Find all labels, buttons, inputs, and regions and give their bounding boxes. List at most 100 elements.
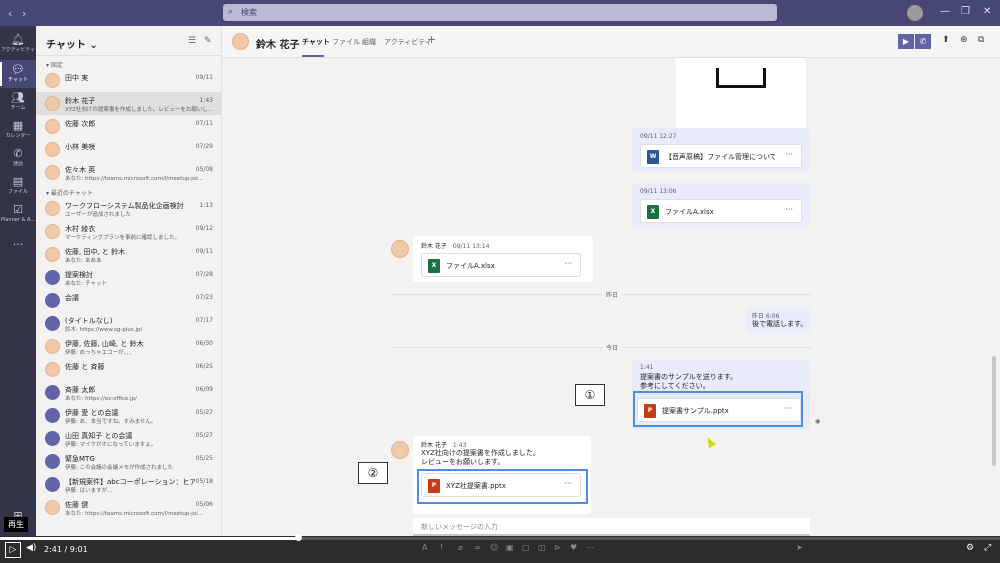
tab-org[interactable]: 組織 (362, 37, 376, 47)
fullscreen-icon[interactable]: ⤢ (984, 543, 991, 553)
rail-activity[interactable]: 🔔︎ アクティビティ (0, 30, 36, 58)
sticker-icon[interactable]: ▢ (522, 543, 530, 552)
play-button[interactable]: ▷ (5, 542, 21, 558)
chat-date: 09/12 (195, 225, 213, 232)
chat-list-item[interactable]: 鈴木 花子 XYZ社向けの提案書を作成しました。レビューをお願いし... 1:43 (36, 92, 221, 115)
close-icon[interactable]: ✕ (983, 6, 991, 17)
recent-section-label[interactable]: ▾ 最近のチャット (36, 184, 221, 197)
message-time: 1:43 (452, 442, 467, 449)
profile-avatar[interactable] (907, 5, 923, 21)
send-icon[interactable]: ➤ (796, 543, 803, 552)
maximize-icon[interactable]: ❐ (961, 6, 970, 17)
chat-preview: あなた: https://ez-office.jp/ (65, 396, 137, 402)
tab-activity[interactable]: アクティビティ (384, 37, 432, 47)
gif-icon[interactable]: ▣ (506, 543, 514, 552)
chat-avatar (45, 408, 60, 423)
chat-list-item[interactable]: 木村 綾衣 マーケティングプランを事前に確認しました。 09/12 (36, 220, 221, 243)
message-mine[interactable]: 09/11 12:27 W 【音声原稿】ファイル管理について知... ··· (632, 128, 810, 172)
emoji-icon[interactable]: ☺ (490, 543, 498, 552)
important-icon[interactable]: ! (440, 543, 443, 552)
chat-date: 06/09 (195, 386, 213, 393)
forward-icon[interactable]: › (22, 7, 26, 20)
filter-icon[interactable]: ☰ (188, 36, 196, 46)
chat-list-item[interactable]: 斉藤 太郎 あなた: https://ez-office.jp/06/09 (36, 381, 221, 404)
chat-list-item[interactable]: 会議 07/23 (36, 289, 221, 312)
audio-call-button[interactable]: ✆ (915, 34, 931, 49)
contact-avatar[interactable] (232, 33, 249, 50)
chat-list-item[interactable]: 【新規案件】abcコーポレーション：ヒアリン...伊藤: はいますが...05/… (36, 473, 221, 496)
attach-icon[interactable]: ⌀ (458, 543, 463, 552)
screen-share-icon[interactable]: ⬆ (942, 35, 950, 45)
excel-file-icon: X (647, 205, 659, 219)
meet-icon[interactable]: ◫ (538, 543, 546, 552)
more-tools-icon[interactable]: ⋯ (586, 543, 594, 552)
annotation-number-2: ② (358, 462, 388, 484)
loop-icon[interactable]: ∞ (474, 543, 481, 552)
chat-list-item[interactable]: 提案検討 あなた: チャット 07/28 (36, 266, 221, 289)
chat-list-item[interactable]: 佐藤 健あなた: https://teams.microsoft.com/l/m… (36, 496, 221, 519)
rail-planner[interactable]: ☑ Planner & A... (0, 200, 36, 228)
more-options-icon[interactable]: ··· (564, 259, 572, 268)
rail-chat[interactable]: 💬︎ チャット (0, 60, 36, 88)
rail-calls[interactable]: ✆ 通話 (0, 144, 36, 172)
chat-list-item[interactable]: ワークフローシステム製品化企画検討 ユーザーが追加されました 1:13 (36, 197, 221, 220)
new-chat-icon[interactable]: ✎ (204, 36, 212, 46)
scrollbar[interactable] (992, 356, 996, 466)
file-name: 【音声原稿】ファイル管理について知... (665, 153, 775, 161)
chat-date: 05/27 (195, 432, 213, 439)
rail-files[interactable]: ▤ ファイル (0, 172, 36, 200)
chat-list-item[interactable]: 小林 美咲 07/29 (36, 138, 221, 161)
chat-list-item[interactable]: 田中 実 09/11 (36, 69, 221, 92)
send-later-icon[interactable]: ⊳ (554, 543, 561, 552)
chat-list-item[interactable]: 山田 真知子 との会議 伊藤: マイクがオになっていますよ。 05/27 (36, 427, 221, 450)
video-progress-handle[interactable] (295, 534, 302, 541)
pinned-section-label[interactable]: ▾ 固定 (36, 56, 221, 69)
volume-icon[interactable]: ◀) (26, 543, 36, 553)
file-card[interactable]: X ファイルA.xlsx ··· (421, 253, 581, 277)
chat-list-item[interactable]: 佐藤, 田中, と 鈴木 あなた: あああ 09/11 (36, 243, 221, 266)
message-time: 09/11 13:06 (640, 188, 677, 195)
video-call-button[interactable]: ▶ (898, 34, 914, 49)
add-tab-button[interactable]: + (427, 33, 436, 46)
message-received[interactable]: 鈴木 花子 09/11 13:14 X ファイルA.xlsx ··· (413, 236, 593, 282)
message-text: 後で電話します。 (752, 320, 808, 328)
chat-preview: ユーザーが追加されました (65, 212, 131, 218)
message-mine[interactable]: 昨日 6:06 後で電話します。 (745, 307, 810, 333)
tab-chat[interactable]: チャット (302, 37, 330, 47)
pop-out-icon[interactable]: ⧉ (978, 35, 984, 45)
compose-box[interactable]: 新しいメッセージの入力 (413, 518, 810, 536)
title-bar: ‹ › ⌕ 検索 — ❐ ✕ (0, 0, 1000, 26)
sender-avatar[interactable] (391, 441, 409, 459)
sender-avatar[interactable] (391, 240, 409, 258)
minimize-icon[interactable]: — (940, 6, 950, 17)
chat-date: 07/29 (195, 143, 213, 150)
file-card[interactable]: X ファイルA.xlsx ··· (640, 199, 802, 223)
settings-icon[interactable]: ⚙ (966, 543, 974, 553)
more-options-icon[interactable]: ··· (785, 150, 793, 159)
chat-list-title[interactable]: チャット ⌄ (46, 36, 98, 51)
praise-icon[interactable]: ♥ (570, 543, 577, 552)
file-card[interactable]: W 【音声原稿】ファイル管理について知... ··· (640, 144, 802, 168)
rail-calendar[interactable]: ▦ カレンダー (0, 116, 36, 144)
excel-file-icon: X (428, 259, 440, 273)
highlight-box-1 (633, 391, 803, 427)
rail-more[interactable]: ... (0, 232, 36, 260)
back-icon[interactable]: ‹ (8, 7, 12, 20)
add-people-icon[interactable]: ⊕ (960, 35, 968, 45)
word-file-icon: W (647, 150, 659, 164)
chat-list-item[interactable]: 佐々木 英あなた: https://teams.microsoft.com/l/… (36, 161, 221, 184)
chat-list-item[interactable]: 佐藤 と 斉藤 06/25 (36, 358, 221, 381)
chat-list-item[interactable]: 緊急MTG 伊藤: この会議の会議メモが作成されました 05/25 (36, 450, 221, 473)
search-input[interactable]: ⌕ 検索 (223, 4, 777, 21)
format-icon[interactable]: A (422, 543, 427, 552)
tab-files[interactable]: ファイル (332, 37, 360, 47)
chat-list-item[interactable]: (タイトルなし) 鈴木: https://www.sg-plus.jp/07/17 (36, 312, 221, 335)
chat-list-item[interactable]: 伊藤, 佐藤, 山崎, と 鈴木 伊藤: めっちゃエコーが、、、 06/30 (36, 335, 221, 358)
chat-list-item[interactable]: 佐藤 次郎 07/11 (36, 115, 221, 138)
message-mine[interactable]: 09/11 13:06 X ファイルA.xlsx ··· (632, 183, 810, 227)
rail-teams[interactable]: 👥︎ チーム (0, 88, 36, 116)
chat-list-item[interactable]: 伊藤 愛 との会議 伊藤: あ、本当ですね。すみません。 05/27 (36, 404, 221, 427)
more-options-icon[interactable]: ··· (785, 205, 793, 214)
sender-name: 鈴木 花子 (421, 243, 447, 250)
search-icon: ⌕ (228, 7, 234, 17)
